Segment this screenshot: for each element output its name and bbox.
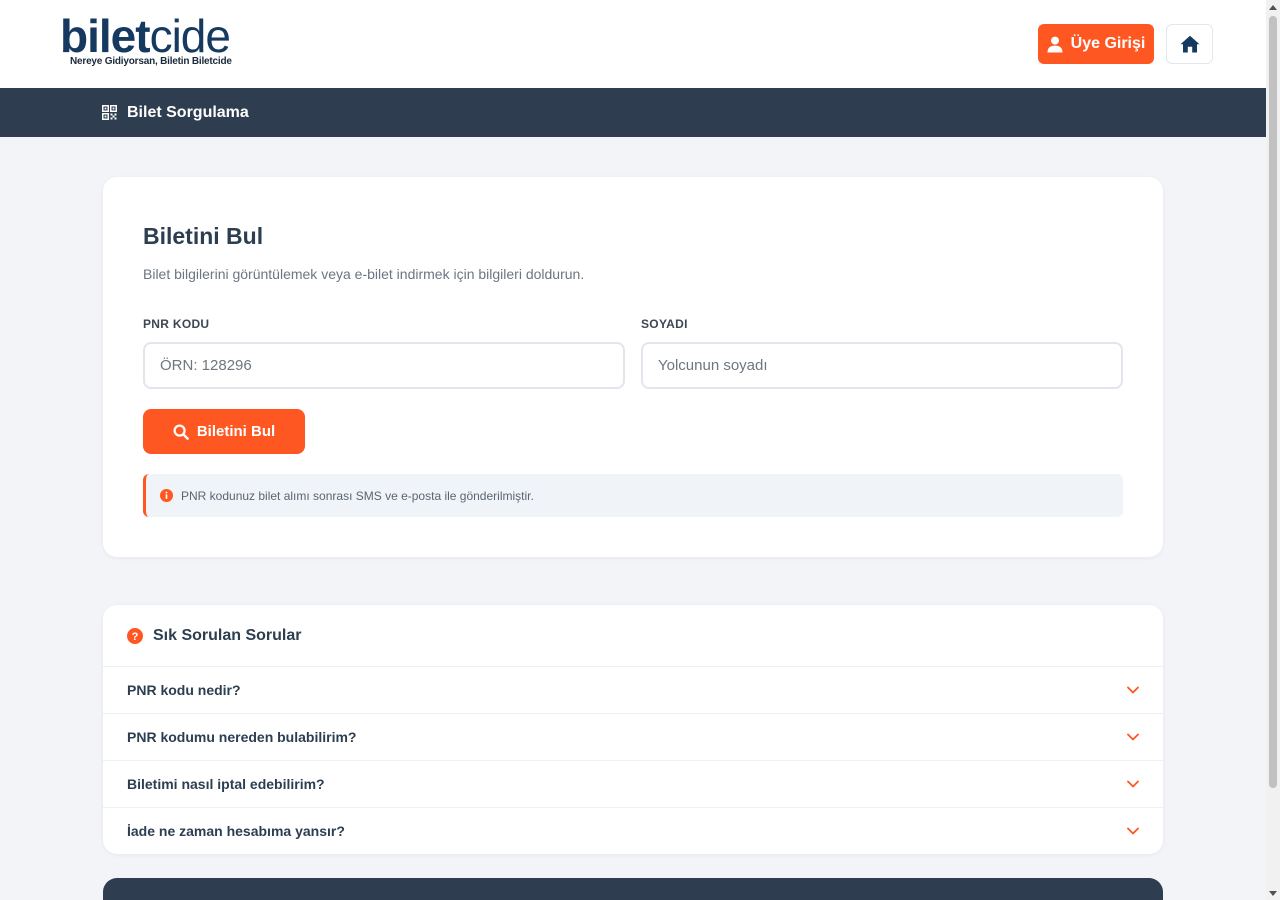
scroll-up-arrow-icon[interactable]: [1266, 0, 1280, 14]
pnr-input[interactable]: [143, 342, 625, 389]
pnr-info-text: PNR kodunuz bilet alımı sonrası SMS ve e…: [181, 488, 534, 503]
logo-tagline: Nereye Gidiyorsan, Biletin Biletcide: [70, 56, 232, 67]
faq-item[interactable]: Biletimi nasıl iptal edebilirim?: [103, 760, 1163, 807]
search-card-title: Biletini Bul: [143, 223, 264, 249]
search-card-subtitle: Bilet bilgilerini görüntülemek veya e-bi…: [143, 266, 585, 282]
faq-question: PNR kodumu nereden bulabilirim?: [127, 729, 357, 745]
surname-label: SOYADI: [641, 317, 688, 331]
find-ticket-label: Biletini Bul: [196, 423, 276, 440]
main-nav: Bilet Sorgulama: [0, 88, 1266, 137]
faq-header: ? Sık Sorulan Sorular: [127, 605, 301, 667]
qr-code-icon: [102, 105, 117, 120]
faq-card: ? Sık Sorulan Sorular PNR kodu nedir? PN…: [103, 605, 1163, 854]
faq-item[interactable]: PNR kodumu nereden bulabilirim?: [103, 713, 1163, 760]
faq-question: PNR kodu nedir?: [127, 682, 241, 698]
logo-wordmark: biletcide: [60, 10, 231, 62]
chevron-down-icon: [1127, 686, 1139, 694]
faq-item[interactable]: PNR kodu nedir?: [103, 666, 1163, 713]
nav-item-label: Bilet Sorgulama: [127, 103, 249, 121]
nav-item-ticket-query[interactable]: Bilet Sorgulama: [102, 88, 249, 137]
faq-title: Sık Sorulan Sorular: [153, 627, 302, 644]
pnr-label: PNR KODU: [143, 317, 210, 331]
scroll-down-arrow-icon[interactable]: [1266, 886, 1280, 900]
search-icon: [173, 423, 189, 440]
site-logo[interactable]: biletcide Nereye Gidiyorsan, Biletin Bil…: [60, 12, 260, 72]
scrollbar-thumb[interactable]: [1269, 16, 1277, 788]
site-header: biletcide Nereye Gidiyorsan, Biletin Bil…: [0, 0, 1266, 88]
svg-text:?: ?: [132, 631, 139, 643]
chevron-down-icon: [1127, 780, 1139, 788]
find-ticket-button[interactable]: Biletini Bul: [143, 409, 305, 454]
faq-question: İade ne zaman hesabıma yansır?: [127, 823, 345, 839]
pnr-info-note: PNR kodunuz bilet alımı sonrası SMS ve e…: [143, 474, 1123, 517]
home-button[interactable]: [1166, 24, 1213, 64]
ticket-search-card: Biletini Bul Bilet bilgilerini görüntüle…: [103, 177, 1163, 557]
faq-item[interactable]: İade ne zaman hesabıma yansır?: [103, 807, 1163, 854]
faq-question: Biletimi nasıl iptal edebilirim?: [127, 776, 325, 792]
member-login-button[interactable]: Üye Girişi: [1038, 24, 1154, 64]
chevron-down-icon: [1127, 733, 1139, 741]
home-icon: [1180, 35, 1200, 53]
member-login-label: Üye Girişi: [1070, 35, 1146, 52]
chevron-down-icon: [1127, 827, 1139, 835]
user-icon: [1047, 36, 1063, 53]
footer-panel: [103, 878, 1163, 900]
surname-input[interactable]: [641, 342, 1123, 389]
question-circle-icon: ?: [127, 628, 143, 644]
info-circle-icon: [160, 489, 173, 502]
